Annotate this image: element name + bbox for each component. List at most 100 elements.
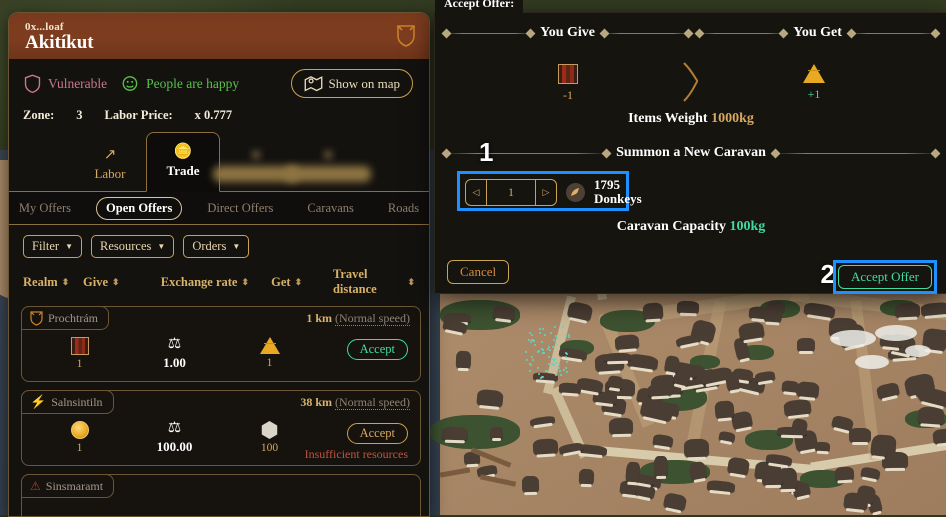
map-decoration [843, 491, 869, 512]
tab-open-offers[interactable]: Open Offers [96, 196, 183, 220]
column-exchange-rate[interactable]: Exchange rate ⬍ [161, 275, 271, 290]
stepper-value[interactable]: 1 [486, 179, 536, 205]
chevron-down-icon: ▼ [157, 242, 166, 251]
vulnerable-label: Vulnerable [48, 75, 108, 91]
tab-caravans[interactable]: Caravans [298, 198, 363, 219]
annotation-step-1: 1 [479, 137, 494, 167]
offer-rate-value: 100.00 [156, 439, 193, 454]
column-travel-distance-label: Travel distance [332, 267, 377, 296]
map-decoration [558, 382, 582, 395]
labor-price-value: x 0.777 [194, 108, 233, 122]
resources-dropdown[interactable]: Resources ▼ [91, 235, 175, 258]
cancel-button[interactable]: Cancel [447, 260, 510, 284]
map-decoration [567, 336, 570, 339]
coins-icon: 🪙 [173, 144, 193, 160]
happy-face-icon [122, 76, 138, 91]
map-decoration [536, 350, 539, 353]
get-column: +1 [691, 45, 937, 117]
map-decoration [624, 461, 641, 484]
map-decoration [475, 389, 504, 409]
mode-tab-hidden-2[interactable]: ● XXXXXXX [285, 139, 371, 191]
status-badge-vulnerable: Vulnerable [23, 74, 107, 93]
accept-button[interactable]: Accept [346, 339, 408, 360]
realm-header: 0x...loaf Akitíkut [9, 13, 429, 59]
you-get-title: You Get [793, 25, 842, 40]
table-row[interactable]: ⚠ Sinsmaramt [21, 474, 421, 516]
tab-direct-offers[interactable]: Direct Offers [198, 198, 282, 219]
map-decoration [492, 305, 517, 322]
map-decoration [521, 475, 539, 493]
column-headers: Realm ⬍ Give ⬍ Exchange rate ⬍ Get ⬍ Tra… [9, 266, 429, 306]
shield-icon [24, 74, 41, 93]
zone-value: 3 [76, 108, 83, 122]
map-decoration [894, 302, 921, 319]
get-amount: +1 [807, 87, 821, 101]
map-decoration [530, 340, 533, 343]
map-decoration [555, 342, 558, 345]
map-decoration [795, 380, 819, 399]
lords-coin-icon [70, 421, 89, 439]
offer-rate-value: 1.00 [163, 355, 186, 370]
ornament-divider [849, 32, 938, 34]
tab-my-offers[interactable]: My Offers [10, 198, 80, 219]
map-decoration [714, 400, 735, 420]
map-decoration [777, 426, 808, 438]
filter-label: Filter [32, 239, 60, 253]
stepper-increment-button[interactable]: ▷ [536, 180, 556, 205]
sort-icon: ⬍ [294, 276, 303, 287]
column-realm-label: Realm [23, 274, 58, 289]
orders-dropdown[interactable]: Orders ▼ [183, 235, 250, 258]
column-get[interactable]: Get ⬍ [271, 275, 333, 290]
column-travel-distance[interactable]: Travel distance ⬍ [333, 267, 415, 297]
map-decoration [553, 338, 556, 341]
give-amount: -1 [563, 87, 573, 102]
table-row[interactable]: ⚡ Salnsintiln 38 km (Normal speed) 1 ⚖ 1… [21, 390, 421, 466]
map-decoration [532, 438, 558, 457]
filter-dropdown[interactable]: Filter ▼ [23, 235, 83, 258]
mode-tabs: ↗ Labor 🪙 Trade ● XXXXXXX ● XXXXXXX [9, 129, 429, 192]
ornament-divider [602, 32, 691, 34]
ornament-divider [445, 152, 609, 154]
column-realm[interactable]: Realm ⬍ [23, 275, 83, 290]
ornament-divider [445, 32, 533, 34]
mode-tab-labor[interactable]: ↗ Labor [74, 139, 146, 191]
resources-label: Resources [100, 239, 152, 253]
filter-row: Filter ▼ Resources ▼ Orders ▼ [9, 225, 429, 266]
map-decoration [554, 361, 557, 364]
balance-scale-icon: ⚖ [167, 336, 182, 352]
table-row[interactable]: Prochtrám 1 km (Normal speed) 1 ⚖ 1.00 1 [21, 306, 421, 382]
wood-icon [558, 63, 578, 84]
offers-list[interactable]: Prochtrám 1 km (Normal speed) 1 ⚖ 1.00 1 [9, 306, 429, 516]
accept-offer-button[interactable]: Accept Offer [838, 265, 932, 289]
sort-icon: ⬍ [407, 276, 415, 287]
column-give-label: Give [83, 274, 109, 289]
show-on-map-button[interactable]: Show on map [290, 69, 413, 98]
shield-crest-icon [397, 25, 415, 52]
balance-scale-icon: ⚖ [167, 420, 182, 436]
highlight-box-step-2: Accept Offer [833, 260, 937, 294]
ornament-divider [698, 32, 786, 34]
column-give[interactable]: Give ⬍ [83, 275, 161, 290]
mode-tab-trade[interactable]: 🪙 Trade [146, 132, 220, 192]
map-decoration [830, 330, 876, 347]
map-decoration [737, 320, 765, 342]
accept-button[interactable]: Accept [346, 423, 408, 444]
tab-roads[interactable]: Roads [379, 198, 428, 219]
donkey-availability: 1795 Donkeys [594, 177, 642, 206]
offer-rate-cell: ⚖ 100.00 [127, 421, 222, 455]
map-decoration [642, 301, 664, 320]
map-decoration [549, 348, 552, 351]
map-decoration [441, 426, 469, 441]
quantity-stepper[interactable]: ◁ 1 ▷ [465, 178, 557, 206]
map-decoration [848, 427, 871, 444]
offer-give-cell: 1 [32, 337, 127, 370]
caravan-capacity-label: Caravan Capacity [616, 219, 726, 234]
map-decoration [730, 410, 754, 432]
map-pin-icon [304, 76, 322, 92]
blurred-icon: ● [323, 147, 333, 163]
offer-get-amount: 1 [266, 357, 273, 369]
mode-tab-hidden-1[interactable]: ● XXXXXXX [213, 139, 299, 191]
map-decoration [455, 350, 471, 369]
accept-offer-modal: Accept Offer: You Give You Get -1 +1 Ite… [434, 0, 946, 294]
stepper-decrement-button[interactable]: ◁ [466, 180, 486, 205]
